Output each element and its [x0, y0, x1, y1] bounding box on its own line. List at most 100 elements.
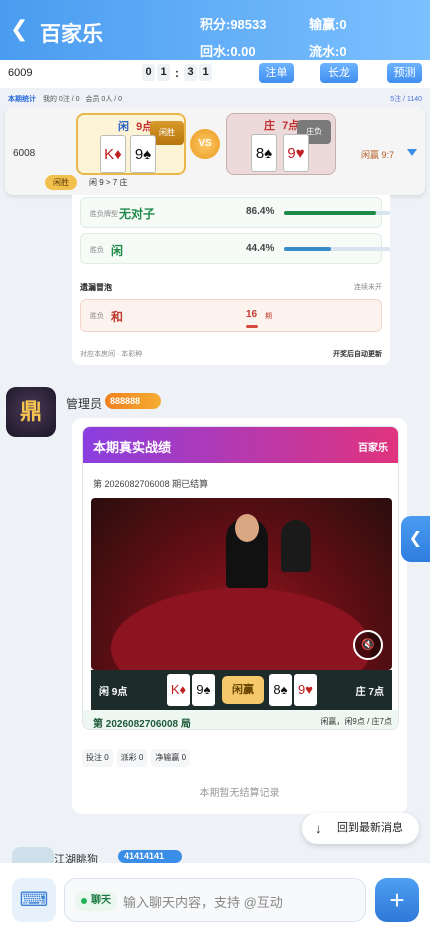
- trend-row-percent: 44.4%: [246, 243, 275, 254]
- avatar-logo-text: 鼎: [19, 399, 42, 424]
- expand-triangle-icon[interactable]: [407, 149, 417, 156]
- period-number: 6009: [8, 67, 33, 79]
- my-stats: 我的 0注 / 0: [42, 96, 80, 103]
- result-tag: 闲胜: [45, 175, 77, 190]
- bet-chip: 投注 0: [82, 749, 113, 767]
- banker-hand: 庄 7点 庄负 8♠ 9♥: [226, 113, 336, 175]
- battle-round: 第 2026082706008 局: [93, 719, 191, 730]
- back-chevron-icon[interactable]: ❮: [10, 18, 32, 40]
- battle-card[interactable]: 本期真实战绩 百家乐 第 2026082706008 期已结算 🔇 闲 9点 K…: [82, 426, 399, 730]
- missing-hint: 连续未开: [354, 284, 382, 291]
- long-dragon-button[interactable]: 长龙: [320, 63, 358, 83]
- playing-card: 8♠: [269, 674, 292, 706]
- missing-unit: 期: [265, 313, 272, 320]
- period-stats: 本期统计 我的 0注 / 0 会员 0人 / 0: [8, 94, 122, 104]
- vs-badge: VS: [190, 129, 220, 159]
- player-side: 闲: [118, 121, 129, 133]
- battle-title: 本期真实战绩: [93, 440, 172, 455]
- chat-mode-label: 聊天: [91, 895, 111, 906]
- battle-round-result: 闲赢，闲9点 / 庄7点: [320, 717, 392, 726]
- playing-card: K♦: [100, 135, 126, 173]
- trend-row-label: 胜负: [90, 247, 104, 254]
- countdown-bar: 6009 0 1 : 3 1 注单 长龙 预测: [0, 60, 430, 88]
- admin-level: 888888: [110, 396, 141, 406]
- trend-footer-scope: 对应本房间 · 本彩种: [80, 351, 143, 358]
- win-loss-stat: 输赢:0: [309, 17, 347, 32]
- result-description: 闲 9 > 7 庄: [89, 178, 128, 187]
- battle-game: 百家乐: [358, 443, 388, 454]
- predict-button[interactable]: 预测: [387, 63, 422, 83]
- result-win-text: 闲赢 9:7: [361, 150, 395, 160]
- chat-mode-toggle[interactable]: 聊天: [75, 891, 117, 911]
- playing-card: 9♥: [283, 134, 309, 172]
- trend-progress-fill: [284, 211, 376, 215]
- result-period: 6008: [13, 148, 36, 159]
- net-chip: 净输赢 0: [151, 749, 191, 767]
- video-result-bar: 闲 9点 K♦ 9♠ 闲赢 8♠ 9♥ 庄 7点: [91, 670, 392, 710]
- trend-row-label: 胜负牌型: [90, 211, 118, 218]
- banker-side: 庄: [264, 120, 275, 132]
- admin-level-badge: 888888: [105, 393, 161, 409]
- points-stat: 积分:98533: [200, 17, 267, 32]
- mute-icon[interactable]: 🔇: [353, 630, 383, 660]
- last-result-panel[interactable]: 6008 闲 9点 闲胜 K♦ 9♠ VS 庄 7点 庄负 8♠ 9♥ 闲赢 9…: [5, 107, 425, 195]
- countdown-digit: 1: [157, 64, 170, 81]
- admin-avatar[interactable]: 鼎: [6, 387, 56, 437]
- video-banker-points: 庄 7点: [355, 687, 384, 698]
- top-header: ❮ 百家乐 积分:98533 输赢:0 回水:0.00 流水:0: [0, 0, 430, 60]
- bet-slip-button[interactable]: 注单: [259, 63, 294, 83]
- missing-row: 胜负 和 16 期: [80, 299, 382, 332]
- payout-chip: 派彩 0: [116, 749, 148, 767]
- down-arrow-icon: ↓: [315, 821, 322, 836]
- chat-input-field[interactable]: 聊天 输入聊天内容，支持 @互动: [64, 878, 366, 922]
- page-title: 百家乐: [40, 23, 103, 46]
- user-avatar[interactable]: [12, 847, 54, 863]
- trend-card: 胜负牌型 无对子 86.4% 胜负 闲 44.4% 遗漏冒泡 连续未开 胜负 和…: [72, 195, 390, 365]
- trend-row-value: 闲: [111, 244, 124, 258]
- plus-icon[interactable]: +: [375, 878, 419, 922]
- chat-placeholder: 输入聊天内容，支持 @互动: [123, 895, 283, 910]
- battle-header: 本期真实战绩 百家乐: [83, 427, 398, 463]
- no-settlement-text: 本期暂无结算记录: [199, 788, 280, 799]
- missing-title: 遗漏冒泡: [80, 283, 112, 292]
- playing-card: K♦: [167, 674, 190, 706]
- countdown-digit: 1: [199, 64, 212, 81]
- side-expand-chevron-icon[interactable]: ❮: [401, 516, 430, 562]
- playing-card: 9♥: [294, 674, 317, 706]
- trend-row-value: 无对子: [119, 207, 156, 221]
- player-hand: 闲 9点 闲胜 K♦ 9♠: [76, 113, 186, 175]
- player-label: 闲 9点: [118, 118, 153, 134]
- member-stats: 会员 0人 / 0: [85, 96, 123, 103]
- dealer-face: [235, 514, 259, 542]
- player-win-badge: 闲赢: [222, 676, 264, 704]
- playing-card: 9♠: [130, 135, 156, 173]
- battle-period: 第 2026082706008 期已结算: [93, 479, 209, 489]
- chat-input-bar: ⌨ 聊天 输入聊天内容，支持 @互动 +: [0, 863, 430, 932]
- live-video[interactable]: 🔇: [91, 498, 392, 670]
- baccarat-table-image: [111, 588, 371, 670]
- rebate-stat: 回水:0.00: [200, 44, 256, 59]
- back-to-latest-button[interactable]: ↓ 回到最新消息: [302, 813, 419, 844]
- playing-card: 9♠: [192, 674, 215, 706]
- missing-mini-bar: [246, 325, 258, 328]
- video-player-points: 闲 9点: [99, 687, 128, 698]
- dealer-assistant-figure: [281, 520, 311, 572]
- trend-progress-bar: [284, 247, 390, 251]
- admin-name: 管理员: [66, 397, 103, 411]
- trend-progress-fill: [284, 247, 332, 251]
- countdown-colon: :: [175, 65, 179, 80]
- keyboard-icon[interactable]: ⌨: [12, 878, 56, 922]
- battle-footer: 第 2026082706008 局 闲赢，闲9点 / 庄7点: [83, 710, 398, 730]
- user-level-badge: 41414141: [118, 850, 182, 863]
- trend-row: 胜负 闲 44.4%: [80, 233, 390, 264]
- turnover-stat: 流水:0: [309, 44, 347, 59]
- trend-footer-update: 开奖后自动更新: [333, 351, 382, 358]
- user-name: 江湖眺狗: [54, 854, 98, 863]
- countdown-timer: 0 1 : 3 1: [142, 64, 212, 81]
- missing-row-label: 胜负: [90, 313, 104, 320]
- settlement-chips: 投注 0 派彩 0 净输赢 0: [82, 749, 191, 767]
- missing-count: 16: [246, 309, 258, 320]
- playing-card: 8♠: [251, 134, 277, 172]
- battle-message-bubble: 本期真实战绩 百家乐 第 2026082706008 期已结算 🔇 闲 9点 K…: [72, 418, 407, 814]
- trend-row-percent: 86.4%: [246, 206, 275, 217]
